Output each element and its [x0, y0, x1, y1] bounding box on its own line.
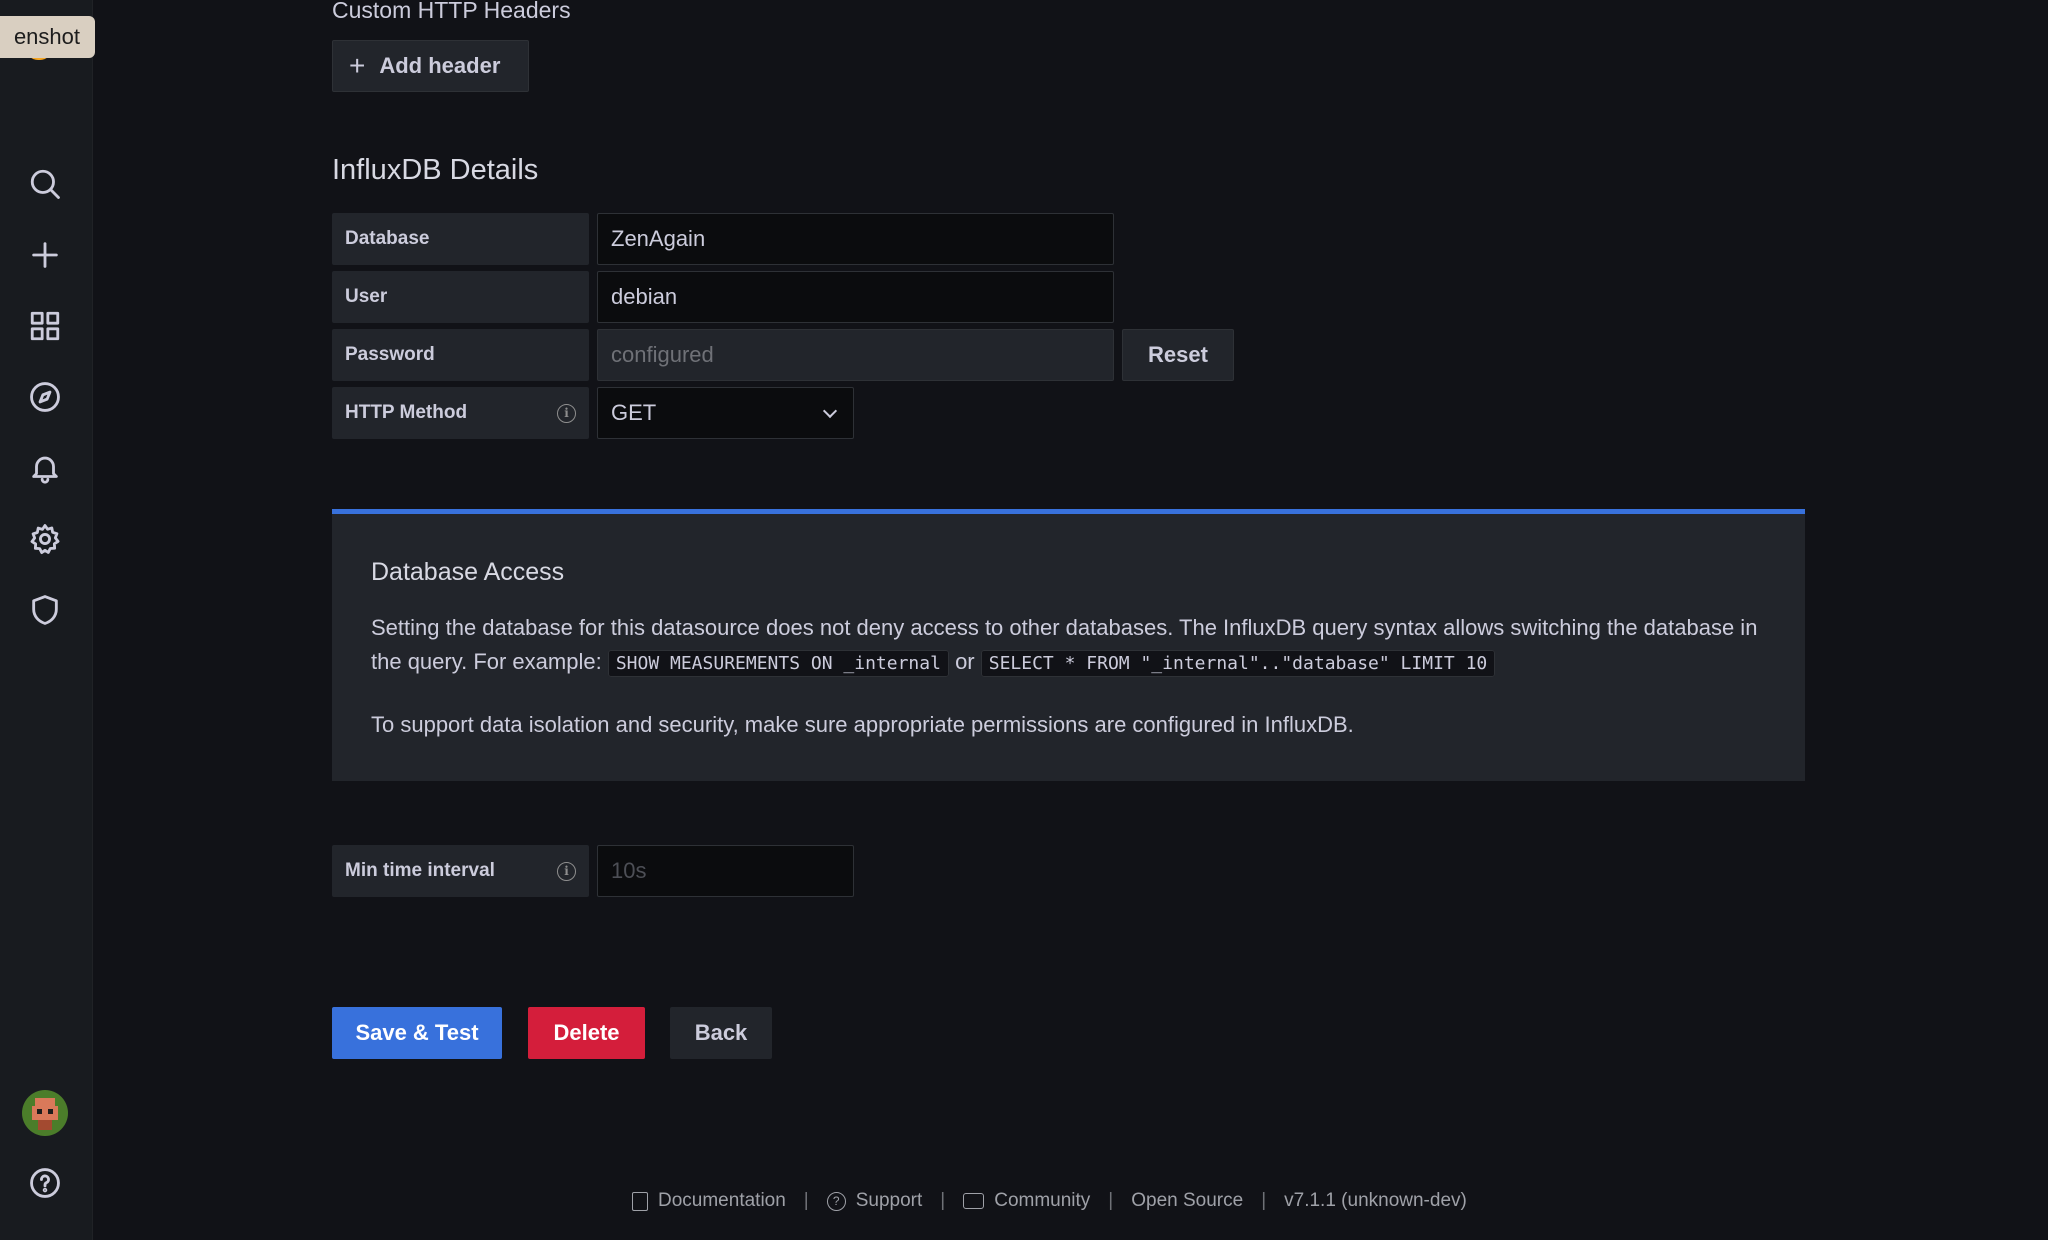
code-show-measurements: SHOW MEASUREMENTS ON _internal [607, 650, 949, 677]
screenshot-tooltip: enshot [0, 16, 95, 58]
user-input[interactable]: debian [597, 271, 1114, 323]
alerting-bell-icon[interactable] [25, 448, 65, 488]
database-row: Database ZenAgain [332, 213, 1114, 265]
version-label: v7.1.1 (unknown-dev) [1284, 1190, 1467, 1211]
code-select-query: SELECT * FROM "_internal".."database" LI… [980, 650, 1496, 677]
http-method-row: HTTP Method i GET [332, 387, 854, 439]
user-label: User [332, 271, 589, 323]
add-header-button[interactable]: + Add header [332, 40, 529, 92]
back-button[interactable]: Back [670, 1007, 772, 1059]
sidebar: enshot [0, 0, 95, 1240]
reset-password-button[interactable]: Reset [1122, 329, 1234, 381]
password-row: Password configured Reset [332, 329, 1234, 381]
influxdb-details-heading: InfluxDB Details [332, 154, 539, 186]
min-time-interval-label: Min time interval i [332, 845, 589, 897]
configuration-gear-icon[interactable] [25, 519, 65, 559]
document-icon [632, 1191, 648, 1211]
database-input[interactable]: ZenAgain [597, 213, 1114, 265]
password-input: configured [597, 329, 1114, 381]
server-admin-shield-icon[interactable] [25, 590, 65, 630]
database-access-title: Database Access [371, 558, 565, 586]
community-link[interactable]: Community [994, 1190, 1090, 1212]
password-label: Password [332, 329, 589, 381]
database-access-security-note: To support data isolation and security, … [371, 712, 1354, 737]
avatar[interactable] [22, 1090, 68, 1136]
dashboards-icon[interactable] [25, 306, 65, 346]
http-method-label: HTTP Method i [332, 387, 589, 439]
footer: Documentation | ? Support | Community | … [632, 1190, 1467, 1212]
database-access-description: Setting the database for this datasource… [371, 611, 1771, 681]
add-header-label: Add header [379, 53, 501, 78]
user-row: User debian [332, 271, 1114, 323]
support-link[interactable]: Support [856, 1190, 923, 1212]
database-access-alert: Database Access Setting the database for… [332, 509, 1805, 781]
save-and-test-button[interactable]: Save & Test [332, 1007, 502, 1059]
documentation-link[interactable]: Documentation [658, 1190, 786, 1212]
min-time-interval-input[interactable]: 10s [597, 845, 854, 897]
explore-compass-icon[interactable] [25, 377, 65, 417]
plus-icon: + [349, 50, 366, 81]
open-source-link[interactable]: Open Source [1131, 1190, 1243, 1212]
info-icon[interactable]: i [557, 861, 576, 881]
custom-http-headers-label: Custom HTTP Headers [332, 0, 571, 23]
min-time-interval-row: Min time interval i 10s [332, 845, 854, 897]
database-label: Database [332, 213, 589, 265]
chevron-down-icon [822, 403, 838, 418]
http-method-value: GET [611, 400, 657, 425]
help-icon[interactable] [25, 1163, 65, 1203]
plus-icon[interactable] [25, 235, 65, 275]
http-method-select[interactable]: GET [597, 387, 854, 439]
search-icon[interactable] [25, 164, 65, 204]
comments-icon [963, 1193, 985, 1209]
info-icon[interactable]: i [557, 403, 576, 423]
question-circle-icon: ? [826, 1191, 846, 1211]
delete-button[interactable]: Delete [528, 1007, 645, 1059]
